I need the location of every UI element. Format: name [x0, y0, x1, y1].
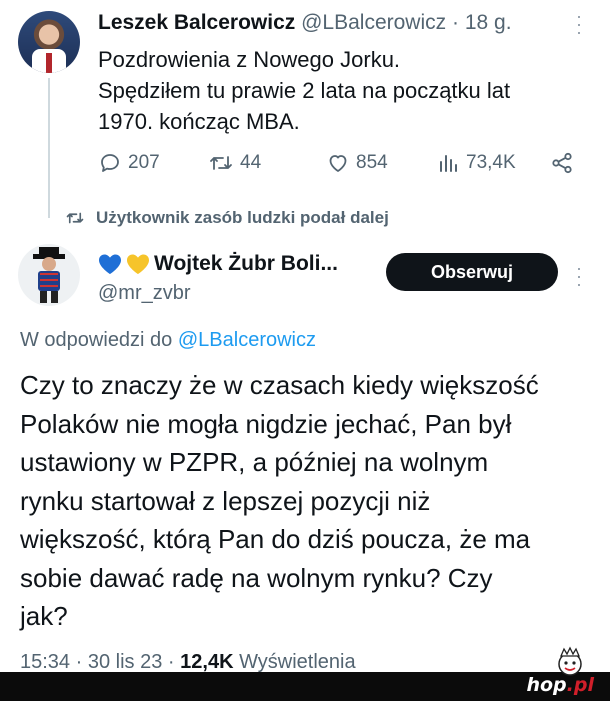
tweet2-author-name[interactable]: Wojtek Żubr Boli... — [154, 252, 338, 276]
reply-icon — [101, 154, 119, 172]
share-icon — [552, 152, 572, 174]
tweet2-time[interactable]: 15:34 — [20, 651, 70, 673]
like-button[interactable]: 854 — [326, 148, 388, 178]
avatar-tie — [46, 53, 52, 73]
retweet-button[interactable]: 44 — [208, 148, 261, 178]
reply-button[interactable]: 207 — [98, 148, 160, 178]
tweet1-header: Leszek Balcerowicz @LBalcerowicz · 18 g. — [98, 11, 512, 35]
watermark-mascot-icon — [558, 646, 582, 676]
tweet2-text-line: rynku startował z lepszej pozycji niż — [20, 485, 431, 516]
tweet2-date[interactable]: 30 lis 23 — [88, 651, 163, 673]
tweet2-text-line: Polaków nie mogła nigdzie jechać, Pan by… — [20, 408, 512, 439]
avatar-leszek-balcerowicz[interactable] — [18, 11, 80, 73]
avatar-figure — [33, 247, 65, 303]
like-count: 854 — [356, 152, 388, 173]
thread-line — [48, 78, 50, 218]
tweet1-text: Pozdrowienia z Nowego Jorku. Spędziłem t… — [98, 44, 588, 137]
dot-separator: · — [75, 651, 83, 673]
heart-icon — [329, 155, 347, 172]
tweet2-text-line: sobie dawać radę na wolnym rynku? Czy — [20, 562, 493, 593]
tweet2-views-label: Wyświetlenia — [239, 651, 356, 673]
watermark-text-main: hop — [526, 674, 567, 696]
tweet2-text-line: większość, którą Pan do dziś poucza, że … — [20, 524, 531, 554]
views-chart-icon — [440, 155, 457, 172]
tweet1-time[interactable]: 18 g. — [465, 11, 512, 34]
tweet2-text-line: ustawiony w PZPR, a później na wolnym — [20, 447, 489, 477]
reply-count: 207 — [128, 152, 160, 173]
follow-button[interactable]: Obserwuj — [386, 253, 558, 291]
dot-separator: · — [167, 651, 175, 673]
watermark-bar — [0, 672, 610, 701]
reply-to-mention[interactable]: @LBalcerowicz — [178, 329, 316, 351]
tweet2-text-line: jak? — [20, 601, 68, 631]
reply-to-prefix: W odpowiedzi do — [20, 329, 173, 351]
tweet1-separator: · — [451, 11, 459, 34]
tweet2-author-handle[interactable]: @mr_zvbr — [98, 282, 191, 305]
watermark-logo: hop.pl — [526, 674, 594, 696]
retweet-icon — [210, 156, 232, 170]
blue-heart-icon — [99, 254, 121, 274]
tweet2-text-line: Czy to znaczy że w czasach kiedy większo… — [20, 370, 539, 400]
retweet-banner-text: Użytkownik zasób ludzki podał dalej — [96, 208, 389, 227]
retweet-banner[interactable]: Użytkownik zasób ludzki podał dalej — [64, 208, 389, 228]
more-options-icon[interactable]: · · · — [576, 7, 582, 41]
retweet-count: 44 — [240, 152, 262, 173]
tweet1-actions: 207 44 854 73,4K — [98, 148, 588, 178]
reply-to-line: W odpowiedzi do @LBalcerowicz — [20, 329, 316, 352]
avatar-wojtek-zubr[interactable] — [18, 244, 80, 306]
tweet-original: Leszek Balcerowicz @LBalcerowicz · 18 g.… — [0, 0, 610, 218]
tweet1-author-name[interactable]: Leszek Balcerowicz — [98, 11, 295, 34]
views-button[interactable]: 73,4K — [438, 148, 516, 178]
tweet1-text-line: 1970. kończąc MBA. — [98, 109, 300, 134]
tweet2-name-row[interactable]: Wojtek Żubr Boli... — [98, 252, 338, 276]
more-options-icon[interactable]: · · · — [576, 259, 582, 293]
tweet1-author-handle[interactable]: @LBalcerowicz — [301, 11, 446, 34]
tweet2-views-count: 12,4K — [180, 651, 234, 673]
tweet1-text-line: Pozdrowienia z Nowego Jorku. — [98, 47, 401, 72]
tweet1-text-line: Spędziłem tu prawie 2 lata na początku l… — [98, 78, 511, 103]
watermark-text-suffix: .pl — [566, 674, 594, 696]
yellow-heart-icon — [127, 254, 149, 274]
tweet2-footer-meta: 15:34 · 30 lis 23 · 12,4K Wyświetlenia — [20, 651, 356, 674]
retweet-small-icon — [66, 212, 84, 224]
views-count: 73,4K — [466, 152, 516, 173]
tweet2-text: Czy to znaczy że w czasach kiedy większo… — [20, 366, 595, 636]
share-button[interactable] — [550, 148, 574, 178]
